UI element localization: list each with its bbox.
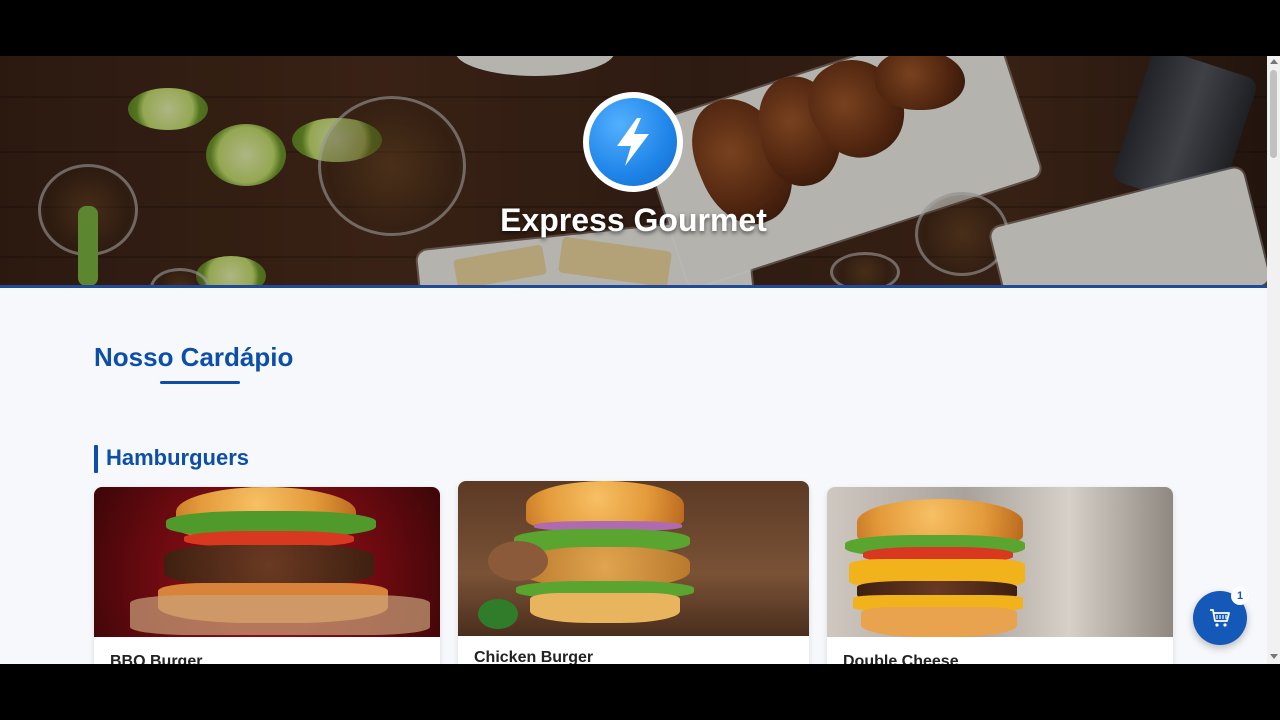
category-title-hamburguers: Hamburguers xyxy=(106,445,250,470)
scroll-up-arrow-icon[interactable] xyxy=(1270,59,1278,64)
shopping-cart-icon xyxy=(1210,609,1230,627)
browser-top-letterbox xyxy=(0,0,1280,56)
product-name: Chicken Burger xyxy=(474,649,594,664)
double-cheese-image xyxy=(827,487,1173,637)
category-accent-bar xyxy=(94,445,98,473)
menu-title: Nosso Cardápio xyxy=(94,342,294,372)
page-viewport: Express Gourmet Nosso Cardápio Hamburgue… xyxy=(0,56,1280,664)
hero-banner: Express Gourmet xyxy=(0,56,1267,288)
menu-title-underline xyxy=(160,381,240,384)
brand-logo xyxy=(583,92,683,192)
product-card-bbq-burger[interactable]: BBQ Burger xyxy=(94,487,440,664)
hero-divider xyxy=(0,285,1267,288)
product-name: Double Cheese xyxy=(843,653,959,664)
bbq-burger-image xyxy=(94,487,440,637)
browser-bottom-letterbox xyxy=(0,664,1280,720)
product-name: BBQ Burger xyxy=(110,653,203,664)
scrollbar-thumb[interactable] xyxy=(1270,70,1277,158)
product-card-chicken-burger[interactable]: Chicken Burger xyxy=(458,481,809,664)
lightning-bolt-icon xyxy=(589,98,677,186)
scroll-down-arrow-icon[interactable] xyxy=(1270,654,1278,659)
chicken-burger-image xyxy=(458,481,809,636)
cart-count-badge: 1 xyxy=(1231,587,1249,605)
product-card-double-cheese[interactable]: Double Cheese xyxy=(827,487,1173,664)
brand-name: Express Gourmet xyxy=(500,202,767,238)
page-scrollbar[interactable] xyxy=(1267,56,1280,664)
